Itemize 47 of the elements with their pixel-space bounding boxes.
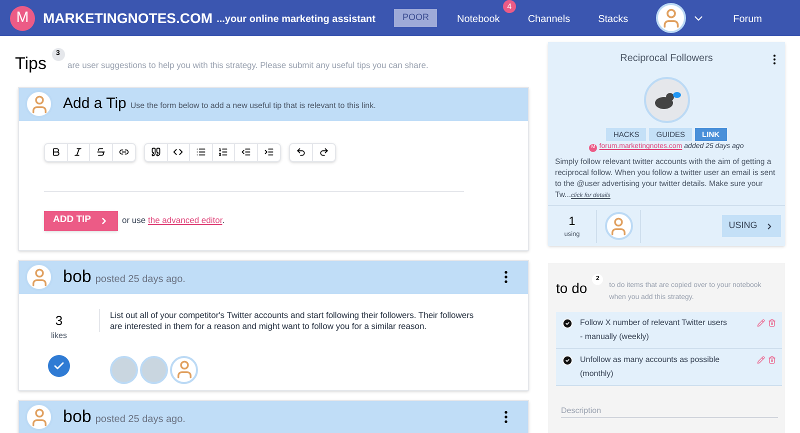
liker-photo-placeholder: [140, 356, 168, 384]
card-hint: Use the form below to add a new useful tip that is relevant to this link.: [130, 100, 376, 112]
todo-item[interactable]: Follow X number of relevant Twitter users - manually (weekly): [556, 312, 782, 349]
nav-link[interactable]: Notebook: [457, 14, 500, 25]
like-count: 3: [55, 312, 63, 330]
post-time: posted 25 days ago.: [95, 272, 186, 286]
description-input[interactable]: Description: [561, 405, 778, 418]
using-button[interactable]: USING: [722, 215, 781, 237]
using-count: 1: [568, 213, 576, 230]
user-avatar-icon: [25, 90, 53, 118]
check-icon[interactable]: [562, 355, 573, 366]
editor-note: or use the advanced editor.: [122, 214, 225, 227]
profile-avatar-icon: [656, 3, 686, 33]
nav-link[interactable]: Channels: [528, 14, 570, 25]
liker-avatar-icon: [170, 356, 198, 384]
likes-label: likes: [50, 330, 67, 342]
bird-logo-icon: [644, 77, 690, 123]
section-subtitle: are user suggestions to help you with this strategy. Please submit any useful tips you can share.: [68, 59, 428, 72]
post-author: bob: [63, 266, 92, 288]
count-badge: 4: [502, 0, 516, 13]
rank-badge: POOR: [394, 9, 437, 27]
check-icon[interactable]: [562, 318, 573, 329]
user-avatar-icon: [25, 263, 53, 291]
section-title: to do: [556, 279, 588, 298]
strategy-title: Reciprocal Followers: [620, 52, 713, 66]
todo-text: Unfollow as many accounts as possible (monthly): [580, 354, 721, 380]
tagline: ...your online marketing assistant: [216, 12, 376, 26]
todo-item[interactable]: Unfollow as many accounts as possible (monthly): [556, 349, 782, 386]
todo-text: Follow X number of relevant Twitter users - manually (weekly): [580, 317, 728, 343]
chevron-right-icon: [99, 216, 109, 226]
advanced-editor-link[interactable]: the advanced editor: [148, 215, 222, 226]
tip-text: List out all of your competitor's Twitter accounts and start following their followers. Their followers are interested in them for a reason and might want to follow you for a similar reason.: [110, 310, 475, 332]
post-time: posted 25 days ago.: [95, 412, 186, 426]
delete-icon[interactable]: [768, 356, 776, 364]
nav-link[interactable]: Stacks: [598, 14, 628, 25]
edit-icon[interactable]: [757, 319, 765, 327]
brand-name[interactable]: MARKETINGNOTES.COM: [43, 8, 213, 28]
post-author: bob: [63, 406, 92, 428]
like-check-button[interactable]: [48, 355, 70, 377]
card-title: Add a Tip: [63, 94, 126, 114]
user-avatar-icon: [604, 212, 632, 240]
check-icon: [53, 360, 65, 372]
nav-link[interactable]: Forum: [733, 14, 762, 25]
delete-icon[interactable]: [768, 319, 776, 327]
section-title: Tips: [15, 53, 46, 75]
edit-icon[interactable]: [757, 356, 765, 364]
liker-photo-placeholder: [110, 356, 138, 384]
